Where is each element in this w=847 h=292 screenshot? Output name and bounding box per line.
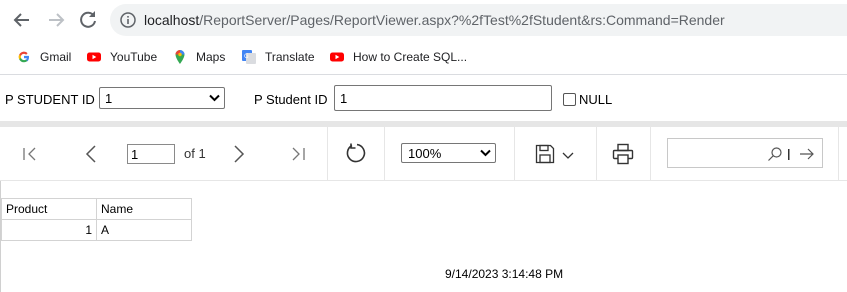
table-header-row: Product Name	[1, 198, 192, 220]
p-student-id-text-label: P Student ID	[254, 92, 328, 107]
toolbar-separator	[327, 127, 328, 180]
bookmark-translate[interactable]: G Translate	[241, 48, 315, 66]
p-student-id-input[interactable]: 1	[334, 85, 552, 111]
reload-icon	[80, 11, 96, 28]
refresh-button[interactable]	[345, 142, 367, 164]
zoom-select[interactable]: 100%	[401, 143, 496, 163]
null-checkbox[interactable]	[563, 93, 576, 106]
bookmark-label: How to Create SQL...	[353, 50, 468, 64]
p-student-id-input-value: 1	[340, 91, 348, 106]
print-icon	[612, 143, 634, 165]
zoom-selected: 100%	[408, 146, 442, 161]
bookmarks-bar: Gmail YouTube Maps G Translate How to Cr…	[0, 44, 847, 70]
browser-chrome: localhost/ReportServer/Pages/ReportViewe…	[0, 0, 847, 75]
back-button[interactable]	[10, 8, 34, 32]
chevron-right-icon	[234, 145, 245, 163]
column-header-name: Name	[96, 198, 192, 220]
table-row: 1 A	[1, 219, 192, 241]
gmail-icon	[18, 51, 29, 63]
last-page-button[interactable]	[290, 146, 306, 162]
report-body: Product Name 1 A 9/14/2023 3:14:48 PM	[0, 181, 847, 292]
find-text-input[interactable]	[667, 138, 823, 168]
export-button[interactable]	[535, 144, 577, 164]
toolbar-separator	[384, 127, 385, 180]
youtube-icon	[87, 52, 101, 62]
bookmark-label: Maps	[196, 50, 226, 64]
last-page-icon	[292, 147, 305, 161]
cell-product: 1	[1, 219, 97, 241]
bookmark-how-to-create-sql[interactable]: How to Create SQL...	[329, 48, 467, 66]
report-toolbar: 1 of 1 100%	[0, 127, 847, 181]
previous-page-button[interactable]	[84, 144, 98, 164]
total-pages-text: of 1	[184, 146, 206, 161]
column-header-product: Product	[1, 198, 97, 220]
search-icon[interactable]	[767, 146, 783, 162]
bookmark-label: YouTube	[110, 50, 158, 64]
bookmark-youtube[interactable]: YouTube	[86, 48, 157, 66]
refresh-icon	[346, 143, 366, 163]
bookmark-gmail[interactable]: Gmail	[16, 48, 71, 66]
url-path: /ReportServer/Pages/ReportViewer.aspx?%2…	[199, 12, 725, 28]
forward-button[interactable]	[44, 8, 68, 32]
current-page-input[interactable]: 1	[127, 144, 175, 164]
reload-button[interactable]	[76, 8, 100, 32]
null-checkbox-label: NULL	[579, 92, 613, 107]
p-student-id-selected: 1	[105, 91, 113, 106]
info-icon[interactable]	[120, 12, 136, 28]
toolbar-separator	[650, 127, 651, 180]
chevron-left-icon	[85, 145, 96, 163]
svg-text:G: G	[244, 53, 249, 60]
parameters-panel: P STUDENT ID 1 P Student ID 1 NULL	[0, 75, 847, 121]
url-text[interactable]: localhost/ReportServer/Pages/ReportViewe…	[144, 12, 725, 28]
divider-icon	[788, 149, 790, 160]
bookmark-label: Gmail	[40, 50, 72, 64]
cell-name: A	[96, 219, 192, 241]
toolbar-separator	[596, 127, 597, 180]
bookmark-maps[interactable]: Maps	[172, 48, 225, 66]
find-next-icon[interactable]	[799, 146, 815, 162]
current-page-value: 1	[131, 147, 139, 162]
first-page-icon	[23, 147, 36, 161]
maps-icon	[175, 50, 185, 64]
p-student-id-select[interactable]: 1	[99, 87, 225, 109]
address-bar[interactable]: localhost/ReportServer/Pages/ReportViewe…	[110, 4, 847, 36]
p-student-id-label: P STUDENT ID	[5, 92, 95, 107]
youtube-icon	[330, 52, 344, 62]
toolbar-separator	[514, 127, 515, 180]
report-left-border	[0, 181, 1, 292]
save-icon	[535, 144, 574, 164]
back-arrow-icon	[13, 13, 29, 27]
next-page-button[interactable]	[232, 144, 246, 164]
print-button[interactable]	[612, 143, 634, 165]
first-page-button[interactable]	[22, 146, 38, 162]
translate-icon: G	[242, 50, 256, 64]
forward-arrow-icon	[49, 13, 65, 27]
execution-timestamp: 9/14/2023 3:14:48 PM	[445, 267, 564, 281]
toolbar-separator	[838, 127, 839, 180]
report-table: Product Name 1 A	[1, 198, 192, 241]
chevron-down-icon	[480, 149, 491, 157]
bookmark-label: Translate	[265, 50, 315, 64]
chevron-down-icon	[209, 94, 220, 102]
url-host: localhost	[144, 12, 200, 28]
